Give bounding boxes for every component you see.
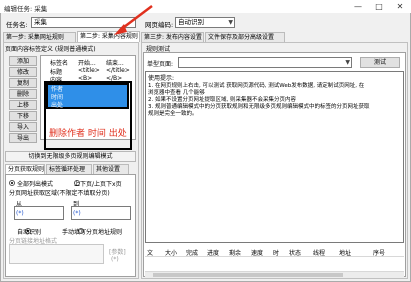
move-up-button[interactable]: 上移: [9, 100, 37, 110]
encoding-select[interactable]: 自动识别 ▼: [175, 17, 235, 28]
subtab-page-rule[interactable]: 分页获取规则: [5, 164, 45, 174]
col-size[interactable]: 大小: [165, 248, 177, 257]
move-down-button[interactable]: 下移: [9, 111, 37, 121]
single-page-select[interactable]: ▼: [178, 57, 352, 68]
col-header-end: 结束...: [106, 60, 124, 67]
param-marker: (*): [111, 256, 119, 263]
col-index[interactable]: 序号: [373, 248, 385, 257]
window-title: 编辑任务: 采集: [4, 5, 48, 13]
col-remaining[interactable]: 剩余: [229, 248, 241, 257]
red-arrow-annotation: [114, 5, 153, 35]
tab-step4[interactable]: 文件保存及部分高级设置: [205, 32, 285, 42]
table-row-end[interactable]: </title>: [106, 67, 130, 74]
page-rule-label: 分页网址获取区域(不限定不填取分页): [9, 190, 110, 197]
annotation-box: [44, 81, 132, 150]
col-header-start: 开始...: [78, 60, 96, 67]
title-bar: 编辑任务: 采集 — □ ✕: [0, 0, 411, 13]
to-marker-link[interactable]: (*): [73, 210, 81, 217]
radio-next-label: 上下页/上页下x页: [74, 181, 122, 188]
task-name-label: 任务名:: [6, 21, 28, 29]
single-page-label: 单型页面:: [147, 61, 174, 68]
col-threads[interactable]: 线程: [313, 248, 325, 257]
delete-button[interactable]: 删除: [9, 89, 37, 99]
test-button[interactable]: 测试: [360, 57, 400, 68]
tip-line: 规则是完全一致的。: [148, 111, 198, 117]
from-marker-link[interactable]: (*): [16, 210, 24, 217]
tab-step1[interactable]: 第一步: 采集网址规则: [3, 32, 76, 42]
tag-definition-header: 页面内容标签定义 (规则普通模式): [5, 46, 96, 53]
switch-mode-button[interactable]: 切换到无限级多页规则编辑模式: [5, 151, 136, 162]
scrollbar-thumb[interactable]: [153, 273, 343, 277]
minimize-button[interactable]: —: [350, 1, 366, 12]
copy-button[interactable]: 复制: [9, 78, 37, 88]
export-button[interactable]: 导出: [9, 133, 37, 143]
chevron-down-icon: ▼: [228, 19, 233, 26]
col-time[interactable]: 时: [273, 248, 279, 257]
page-addr-format-input[interactable]: [9, 244, 104, 264]
col-done[interactable]: 完成: [186, 248, 198, 257]
encoding-select-value: 自动识别: [178, 18, 204, 26]
chevron-down-icon: ▼: [345, 59, 350, 66]
col-address[interactable]: 地址: [339, 248, 351, 257]
col-speed[interactable]: 速度: [251, 248, 263, 257]
col-status[interactable]: 状态: [289, 248, 301, 257]
table-row-start[interactable]: <title>: [78, 67, 100, 74]
horizontal-scrollbar[interactable]: [145, 271, 404, 278]
import-button[interactable]: 导入: [9, 122, 37, 132]
radio-all-list[interactable]: [9, 180, 15, 186]
radio-manual-label: 手动填写分页地址规则: [62, 229, 123, 236]
add-button[interactable]: 添加: [9, 56, 37, 66]
subtab-tag-loop[interactable]: 标签循环处理: [46, 164, 92, 174]
close-button[interactable]: ✕: [392, 1, 408, 12]
col-progress[interactable]: 进度: [207, 248, 219, 257]
annotation-text: 删除作者 时间 出处: [49, 129, 127, 139]
subtab-other[interactable]: 其他设置: [93, 164, 129, 174]
col-file[interactable]: 文: [147, 248, 153, 257]
maximize-button[interactable]: □: [371, 1, 387, 12]
param-label: [参数]: [109, 249, 126, 256]
radio-auto-label: 自动识别: [17, 229, 42, 236]
radio-all-label: 全部列出模式: [17, 181, 54, 188]
edit-button[interactable]: 修改: [9, 67, 37, 77]
col-header-name: 标签名: [50, 60, 69, 67]
